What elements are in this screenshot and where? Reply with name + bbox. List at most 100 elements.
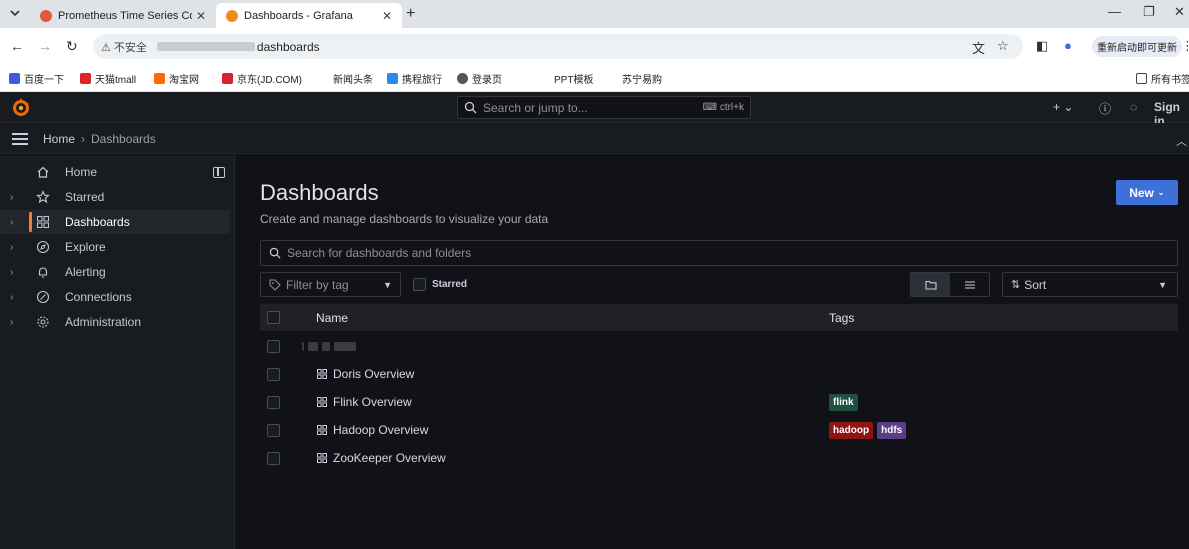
connections-icon bbox=[36, 290, 50, 304]
expand-chevron-icon[interactable]: › bbox=[10, 267, 13, 278]
forward-icon[interactable]: → bbox=[38, 38, 52, 54]
menu-hamburger-icon[interactable] bbox=[12, 133, 28, 145]
sidebar-item-explore[interactable]: › Explore bbox=[0, 235, 230, 259]
sort-icon: ⇅ bbox=[1011, 279, 1021, 291]
bookmark-suning[interactable]: 苏宁易购 bbox=[622, 71, 662, 86]
bookmark-baidu[interactable]: 百度一下 bbox=[9, 71, 64, 86]
sidebar-item-starred[interactable]: › Starred bbox=[0, 185, 230, 209]
new-button[interactable]: New ⌄ bbox=[1116, 180, 1178, 205]
bookmark-label: 所有书签 bbox=[1151, 75, 1189, 86]
row-checkbox[interactable] bbox=[267, 395, 280, 409]
expand-chevron-icon[interactable]: › bbox=[10, 317, 13, 328]
breadcrumb-home[interactable]: Home bbox=[43, 132, 75, 146]
chevron-down-icon: ▼ bbox=[383, 279, 392, 290]
sidebar-item-label: Home bbox=[65, 165, 98, 179]
sidebar-item-home[interactable]: Home bbox=[0, 160, 230, 184]
tmall-icon bbox=[80, 73, 91, 84]
restore-window-icon[interactable]: ❐ bbox=[1143, 4, 1155, 20]
help-icon[interactable]: ⓘ bbox=[1099, 100, 1111, 117]
tag-badge[interactable]: hadoop bbox=[829, 421, 874, 439]
minimize-window-icon[interactable]: — bbox=[1108, 4, 1121, 19]
expand-chevron-icon[interactable]: › bbox=[10, 217, 13, 228]
add-new-icon[interactable]: + ⌄ bbox=[1053, 100, 1073, 114]
breadcrumb-current: Dashboards bbox=[91, 132, 156, 146]
dashboard-name-link[interactable]: ZooKeeper Overview bbox=[333, 451, 446, 465]
address-bar[interactable]: ⚠ 不安全 dashboards bbox=[93, 34, 1023, 59]
table-row[interactable]: Hadoop Overview hadoop hdfs bbox=[260, 416, 1178, 444]
close-tab-icon[interactable]: ✕ bbox=[382, 9, 392, 23]
grafana-favicon-icon bbox=[226, 9, 238, 22]
bookmark-label: 淘宝网 bbox=[169, 75, 199, 86]
tag-badge[interactable]: hdfs bbox=[877, 421, 907, 439]
starred-filter[interactable]: Starred bbox=[413, 278, 467, 291]
table-row[interactable]: Flink Overview flink bbox=[260, 388, 1178, 416]
dashboard-name-link[interactable]: Flink Overview bbox=[333, 395, 412, 409]
dashboard-search-input[interactable]: Search for dashboards and folders bbox=[260, 240, 1178, 266]
bookmark-news[interactable]: 新闻头条 bbox=[333, 71, 373, 86]
close-tab-icon[interactable]: ✕ bbox=[196, 9, 206, 23]
redacted-host bbox=[156, 42, 255, 51]
folder-view-icon[interactable] bbox=[911, 273, 950, 296]
browser-tab-prometheus[interactable]: Prometheus Time Series Coll ✕ bbox=[30, 3, 216, 28]
filter-by-tag-select[interactable]: Filter by tag ▼ bbox=[260, 272, 401, 297]
expand-chevron-icon[interactable]: › bbox=[10, 192, 13, 203]
update-button[interactable]: 重新启动即可更新 bbox=[1092, 36, 1182, 57]
sidebar-item-connections[interactable]: › Connections bbox=[0, 285, 230, 309]
dashboard-name-link[interactable]: Hadoop Overview bbox=[333, 423, 428, 437]
new-button-label: New bbox=[1129, 185, 1154, 200]
bookmark-label: 百度一下 bbox=[24, 75, 64, 86]
tag-badge[interactable]: flink bbox=[829, 393, 858, 411]
dashboard-name-link[interactable]: Doris Overview bbox=[333, 367, 414, 381]
table-row[interactable]: Doris Overview bbox=[260, 360, 1178, 388]
bookmark-ctrip[interactable]: 携程旅行 bbox=[387, 71, 442, 86]
bookmark-tmall[interactable]: 天猫tmall bbox=[80, 71, 136, 86]
bell-icon bbox=[38, 267, 48, 278]
bookmark-star-icon[interactable]: ☆ bbox=[997, 38, 1009, 54]
insecure-warning[interactable]: ⚠ 不安全 bbox=[101, 39, 147, 55]
bookmark-login[interactable]: 登录页 bbox=[457, 71, 502, 86]
bookmark-taobao[interactable]: 淘宝网 bbox=[154, 71, 199, 86]
expand-chevron-icon[interactable]: › bbox=[10, 242, 13, 253]
prometheus-favicon-icon bbox=[40, 9, 52, 22]
expand-chevron-icon[interactable]: › bbox=[10, 292, 13, 303]
browser-tab-bar: Prometheus Time Series Coll ✕ Dashboards… bbox=[0, 0, 1189, 28]
profile-icon[interactable]: ● bbox=[1064, 38, 1072, 53]
row-checkbox[interactable] bbox=[267, 339, 280, 353]
filter-placeholder: Filter by tag bbox=[286, 277, 349, 292]
close-window-icon[interactable]: ✕ bbox=[1174, 4, 1185, 20]
browser-menu-icon[interactable]: ⋮ bbox=[1181, 38, 1189, 54]
baidu-icon bbox=[9, 73, 20, 84]
new-tab-icon[interactable]: + bbox=[406, 5, 415, 23]
list-view-icon[interactable] bbox=[950, 273, 989, 296]
row-checkbox[interactable] bbox=[267, 423, 280, 437]
select-all-checkbox[interactable] bbox=[267, 311, 280, 324]
bookmarks-folder[interactable]: 所有书签 bbox=[1136, 71, 1189, 86]
grafana-logo-icon[interactable] bbox=[11, 97, 31, 117]
translate-icon[interactable]: ⽂ bbox=[972, 38, 985, 57]
global-search-input[interactable]: Search or jump to... ⌨ ctrl+k bbox=[457, 96, 751, 119]
side-panel-icon[interactable]: ◧ bbox=[1036, 38, 1048, 54]
bookmark-jd[interactable]: 京东(JD.COM) bbox=[222, 71, 302, 86]
bookmark-label: 苏宁易购 bbox=[622, 75, 662, 86]
browser-tab-grafana[interactable]: Dashboards - Grafana ✕ bbox=[216, 3, 402, 28]
starred-checkbox[interactable] bbox=[413, 278, 426, 291]
table-row[interactable]: ZooKeeper Overview bbox=[260, 444, 1178, 472]
bookmark-ppt[interactable]: PPT模板 bbox=[554, 71, 593, 86]
back-icon[interactable]: ← bbox=[10, 38, 24, 54]
tab-search-dropdown-icon[interactable] bbox=[6, 4, 24, 22]
page-title: Dashboards bbox=[260, 180, 379, 205]
bookmark-label: PPT模板 bbox=[554, 75, 594, 86]
row-tags: hadoop hdfs bbox=[829, 421, 907, 439]
reload-icon[interactable]: ↻ bbox=[66, 38, 78, 55]
sidebar-item-dashboards[interactable]: › Dashboards bbox=[0, 210, 230, 234]
compass-icon bbox=[36, 240, 50, 254]
sidebar-item-administration[interactable]: › Administration bbox=[0, 310, 230, 334]
collapse-chevron-up-icon[interactable]: ︿ bbox=[1176, 133, 1187, 149]
sort-select[interactable]: ⇅ Sort ▼ bbox=[1002, 272, 1178, 297]
sidebar-item-alerting[interactable]: › Alerting bbox=[0, 260, 230, 284]
column-header-name[interactable]: Name bbox=[316, 311, 348, 325]
row-checkbox[interactable] bbox=[267, 367, 280, 381]
folder-row[interactable] bbox=[260, 332, 1178, 360]
news-rss-icon[interactable]: ◌ bbox=[1130, 100, 1137, 114]
row-checkbox[interactable] bbox=[267, 451, 280, 465]
